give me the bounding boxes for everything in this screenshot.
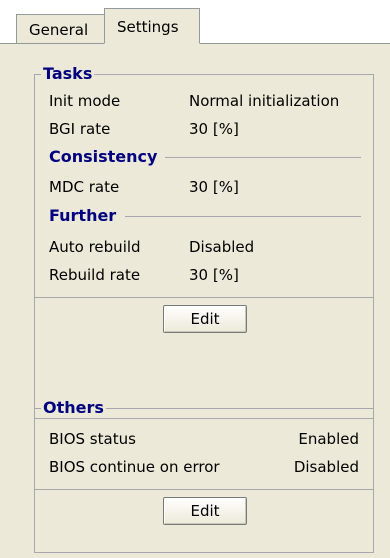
mdc-rate-label: MDC rate [49,178,120,196]
bios-continue-label: BIOS continue on error [49,458,220,476]
mdc-rate-value: 30 [%] [189,178,239,196]
tab-settings[interactable]: Settings [104,8,200,44]
further-title: Further [49,207,121,225]
bgi-rate-value: 30 [%] [189,120,239,138]
others-edit-button[interactable]: Edit [163,497,247,525]
auto-rebuild-label: Auto rebuild [49,238,141,256]
tasks-groupbox: Tasks Init mode Normal initialization BG… [34,65,374,419]
consistency-title: Consistency [49,148,162,166]
init-mode-label: Init mode [49,92,121,110]
further-rule [125,216,361,217]
tasks-group-title: Tasks [41,64,95,83]
auto-rebuild-value: Disabled [189,238,255,256]
bios-status-value: Enabled [298,430,359,448]
tasks-separator [35,297,373,298]
rebuild-rate-value: 30 [%] [189,266,239,284]
bios-status-label: BIOS status [49,430,136,448]
tab-general[interactable]: General [16,14,108,44]
rebuild-rate-label: Rebuild rate [49,266,141,284]
bios-status-row: BIOS status Enabled [49,429,359,449]
tasks-edit-button[interactable]: Edit [163,305,247,333]
consistency-rule [165,157,361,158]
others-groupbox: Others BIOS status Enabled BIOS continue… [34,399,374,553]
bios-continue-row: BIOS continue on error Disabled [49,457,359,477]
others-group-title: Others [41,398,106,417]
bios-continue-value: Disabled [293,458,359,476]
init-mode-value: Normal initialization [189,92,340,110]
tab-bar: General Settings [0,0,390,44]
bgi-rate-label: BGI rate [49,120,111,138]
settings-panel: Tasks Init mode Normal initialization BG… [0,44,390,558]
others-separator [35,489,373,490]
